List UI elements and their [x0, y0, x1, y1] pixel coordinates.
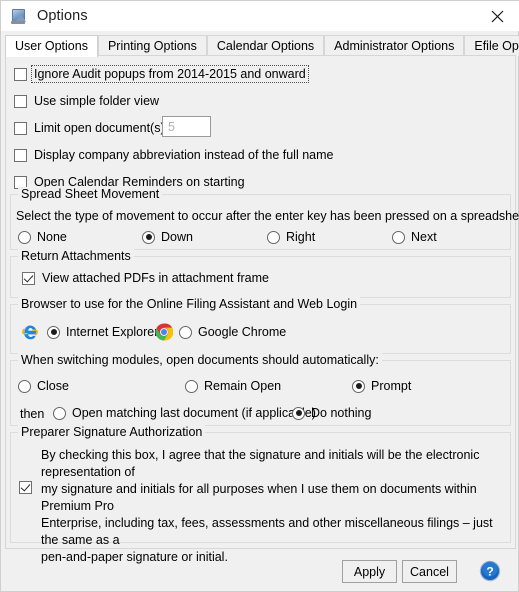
- spreadsheet-movement-legend: Spread Sheet Movement: [18, 187, 163, 201]
- switching-modules-legend: When switching modules, open documents s…: [18, 353, 382, 367]
- checkbox-display-company-abbreviation-label: Display company abbreviation instead of …: [34, 148, 334, 162]
- radio-browser-google-chrome[interactable]: Google Chrome: [179, 325, 286, 339]
- radio-browser-internet-explorer-dot[interactable]: [47, 325, 60, 339]
- radio-then-do-nothing-dot[interactable]: [292, 406, 305, 420]
- radio-then-do-nothing[interactable]: Do nothing: [292, 406, 371, 420]
- tab-administrator-options[interactable]: Administrator Options: [324, 35, 465, 56]
- preparer-signature-line-1: By checking this box, I agree that the s…: [41, 448, 480, 479]
- checkbox-ignore-audit-popups[interactable]: Ignore Audit popups from 2014-2015 and o…: [14, 65, 309, 83]
- checkbox-simple-folder-view-label: Use simple folder view: [34, 94, 160, 108]
- radio-switch-remain-open[interactable]: Remain Open: [185, 379, 281, 393]
- return-attachments-legend: Return Attachments: [18, 249, 134, 263]
- options-dialog: Options User Options Printing Options Ca…: [0, 0, 519, 592]
- checkbox-limit-open-documents-box[interactable]: [14, 121, 27, 135]
- radio-then-do-nothing-label: Do nothing: [311, 406, 372, 420]
- radio-switch-prompt-dot[interactable]: [352, 379, 365, 393]
- radio-movement-next-label: Next: [411, 230, 437, 244]
- radio-switch-close-dot[interactable]: [18, 379, 31, 393]
- radio-browser-google-chrome-label: Google Chrome: [198, 325, 287, 339]
- help-icon[interactable]: ?: [479, 560, 501, 582]
- radio-then-open-matching-last-document-label: Open matching last document (if applicab…: [72, 406, 316, 420]
- radio-movement-none[interactable]: None: [18, 230, 67, 244]
- radio-movement-down-dot[interactable]: [142, 230, 155, 244]
- radio-browser-google-chrome-dot[interactable]: [179, 325, 192, 339]
- checkbox-ignore-audit-popups-box[interactable]: [14, 67, 27, 81]
- return-attachments-group: Return Attachments View attached PDFs in…: [10, 249, 511, 298]
- checkbox-display-company-abbreviation-box[interactable]: [14, 148, 27, 162]
- radio-movement-none-label: None: [37, 230, 67, 244]
- browser-group: Browser to use for the Online Filing Ass…: [10, 297, 511, 354]
- tab-strip: User Options Printing Options Calendar O…: [5, 34, 519, 57]
- user-options-panel: Ignore Audit popups from 2014-2015 and o…: [5, 55, 519, 564]
- window-title: Options: [37, 8, 88, 24]
- internet-explorer-icon: [20, 322, 40, 342]
- tab-printing-options[interactable]: Printing Options: [97, 35, 207, 56]
- google-chrome-icon: [155, 323, 174, 341]
- radio-switch-prompt[interactable]: Prompt: [352, 379, 411, 393]
- checkbox-simple-folder-view[interactable]: Use simple folder view: [14, 94, 159, 108]
- spreadsheet-movement-description: Select the type of movement to occur aft…: [16, 209, 519, 223]
- preparer-signature-line-2: my signature and initials for all purpos…: [41, 482, 477, 513]
- preparer-signature-legend: Preparer Signature Authorization: [18, 425, 206, 439]
- cancel-button[interactable]: Cancel: [402, 560, 457, 583]
- tab-efile-options[interactable]: Efile Options: [464, 35, 519, 56]
- checkbox-ignore-audit-popups-label: Ignore Audit popups from 2014-2015 and o…: [31, 65, 309, 83]
- radio-browser-internet-explorer[interactable]: Internet Explorer: [47, 325, 158, 339]
- apply-button[interactable]: Apply: [342, 560, 397, 583]
- checkbox-simple-folder-view-box[interactable]: [14, 94, 27, 108]
- spreadsheet-movement-group: Spread Sheet Movement Select the type of…: [10, 187, 519, 250]
- switching-modules-group: When switching modules, open documents s…: [10, 353, 511, 426]
- tab-user-options[interactable]: User Options: [5, 35, 98, 57]
- radio-movement-next[interactable]: Next: [392, 230, 437, 244]
- radio-movement-down[interactable]: Down: [142, 230, 193, 244]
- radio-then-open-matching-last-document[interactable]: Open matching last document (if applicab…: [53, 406, 316, 420]
- radio-movement-none-dot[interactable]: [18, 230, 31, 244]
- checkbox-view-attached-pdfs-label: View attached PDFs in attachment frame: [42, 271, 269, 285]
- radio-switch-remain-open-label: Remain Open: [204, 379, 282, 393]
- tab-calendar-options[interactable]: Calendar Options: [206, 35, 325, 56]
- checkbox-preparer-signature[interactable]: [19, 481, 32, 494]
- checkbox-view-attached-pdfs-box[interactable]: [22, 271, 35, 285]
- radio-switch-remain-open-dot[interactable]: [185, 379, 198, 393]
- radio-switch-close-label: Close: [37, 379, 69, 393]
- titlebar: Options: [1, 1, 519, 31]
- svg-text:?: ?: [486, 565, 493, 579]
- close-icon[interactable]: [475, 1, 519, 31]
- checkbox-display-company-abbreviation[interactable]: Display company abbreviation instead of …: [14, 148, 333, 162]
- radio-browser-internet-explorer-label: Internet Explorer: [66, 325, 159, 339]
- checkbox-limit-open-documents-label: Limit open document(s) to: [34, 121, 179, 135]
- preparer-signature-group: Preparer Signature Authorization By chec…: [10, 425, 511, 564]
- then-label: then: [20, 407, 45, 421]
- radio-movement-right-label: Right: [286, 230, 316, 244]
- browser-legend: Browser to use for the Online Filing Ass…: [18, 297, 361, 311]
- radio-switch-close[interactable]: Close: [18, 379, 69, 393]
- preparer-signature-line-3: Enterprise, including tax, fees, assessm…: [41, 516, 493, 547]
- checkbox-view-attached-pdfs[interactable]: View attached PDFs in attachment frame: [22, 271, 269, 285]
- app-icon: [10, 8, 27, 25]
- limit-open-documents-input[interactable]: 5: [162, 116, 211, 137]
- radio-movement-right-dot[interactable]: [267, 230, 280, 244]
- radio-movement-next-dot[interactable]: [392, 230, 405, 244]
- radio-movement-down-label: Down: [161, 230, 193, 244]
- radio-then-open-matching-last-document-dot[interactable]: [53, 406, 66, 420]
- radio-switch-prompt-label: Prompt: [371, 379, 412, 393]
- radio-movement-right[interactable]: Right: [267, 230, 315, 244]
- checkbox-limit-open-documents[interactable]: Limit open document(s) to: [14, 121, 179, 135]
